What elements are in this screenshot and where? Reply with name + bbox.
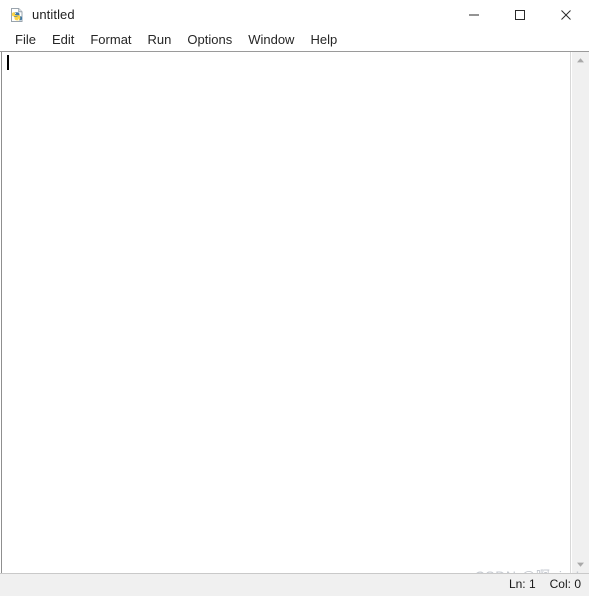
scrollbar-track[interactable] <box>572 69 589 556</box>
menu-item-file[interactable]: File <box>7 31 44 50</box>
window-title: untitled <box>32 7 75 22</box>
status-column-indicator: Col: 0 <box>549 577 581 591</box>
menu-bar: File Edit Format Run Options Window Help <box>0 30 589 51</box>
title-bar-left: untitled <box>9 0 75 30</box>
minimize-button[interactable] <box>451 0 497 30</box>
scroll-down-button[interactable] <box>572 556 589 573</box>
menu-item-window[interactable]: Window <box>240 31 302 50</box>
status-line-indicator: Ln: 1 <box>508 577 536 591</box>
idle-editor-window: untitled File Edit Format Run Options Wi… <box>0 0 589 596</box>
code-text-area[interactable] <box>2 52 570 573</box>
python-file-icon <box>9 7 25 23</box>
scroll-up-button[interactable] <box>572 52 589 69</box>
window-controls <box>451 0 589 30</box>
menu-item-run[interactable]: Run <box>140 31 180 50</box>
status-bar-right: Ln: 1 Col: 0 <box>509 576 581 592</box>
menu-item-edit[interactable]: Edit <box>44 31 82 50</box>
status-bar: Ln: 1 Col: 0 <box>0 573 589 596</box>
editor-frame <box>1 52 571 573</box>
editor-region <box>0 51 589 573</box>
vertical-scrollbar[interactable] <box>572 52 589 573</box>
title-bar: untitled <box>0 0 589 30</box>
text-caret <box>7 55 9 70</box>
menu-item-options[interactable]: Options <box>179 31 240 50</box>
close-button[interactable] <box>543 0 589 30</box>
menu-item-format[interactable]: Format <box>82 31 139 50</box>
maximize-button[interactable] <box>497 0 543 30</box>
menu-item-help[interactable]: Help <box>302 31 345 50</box>
